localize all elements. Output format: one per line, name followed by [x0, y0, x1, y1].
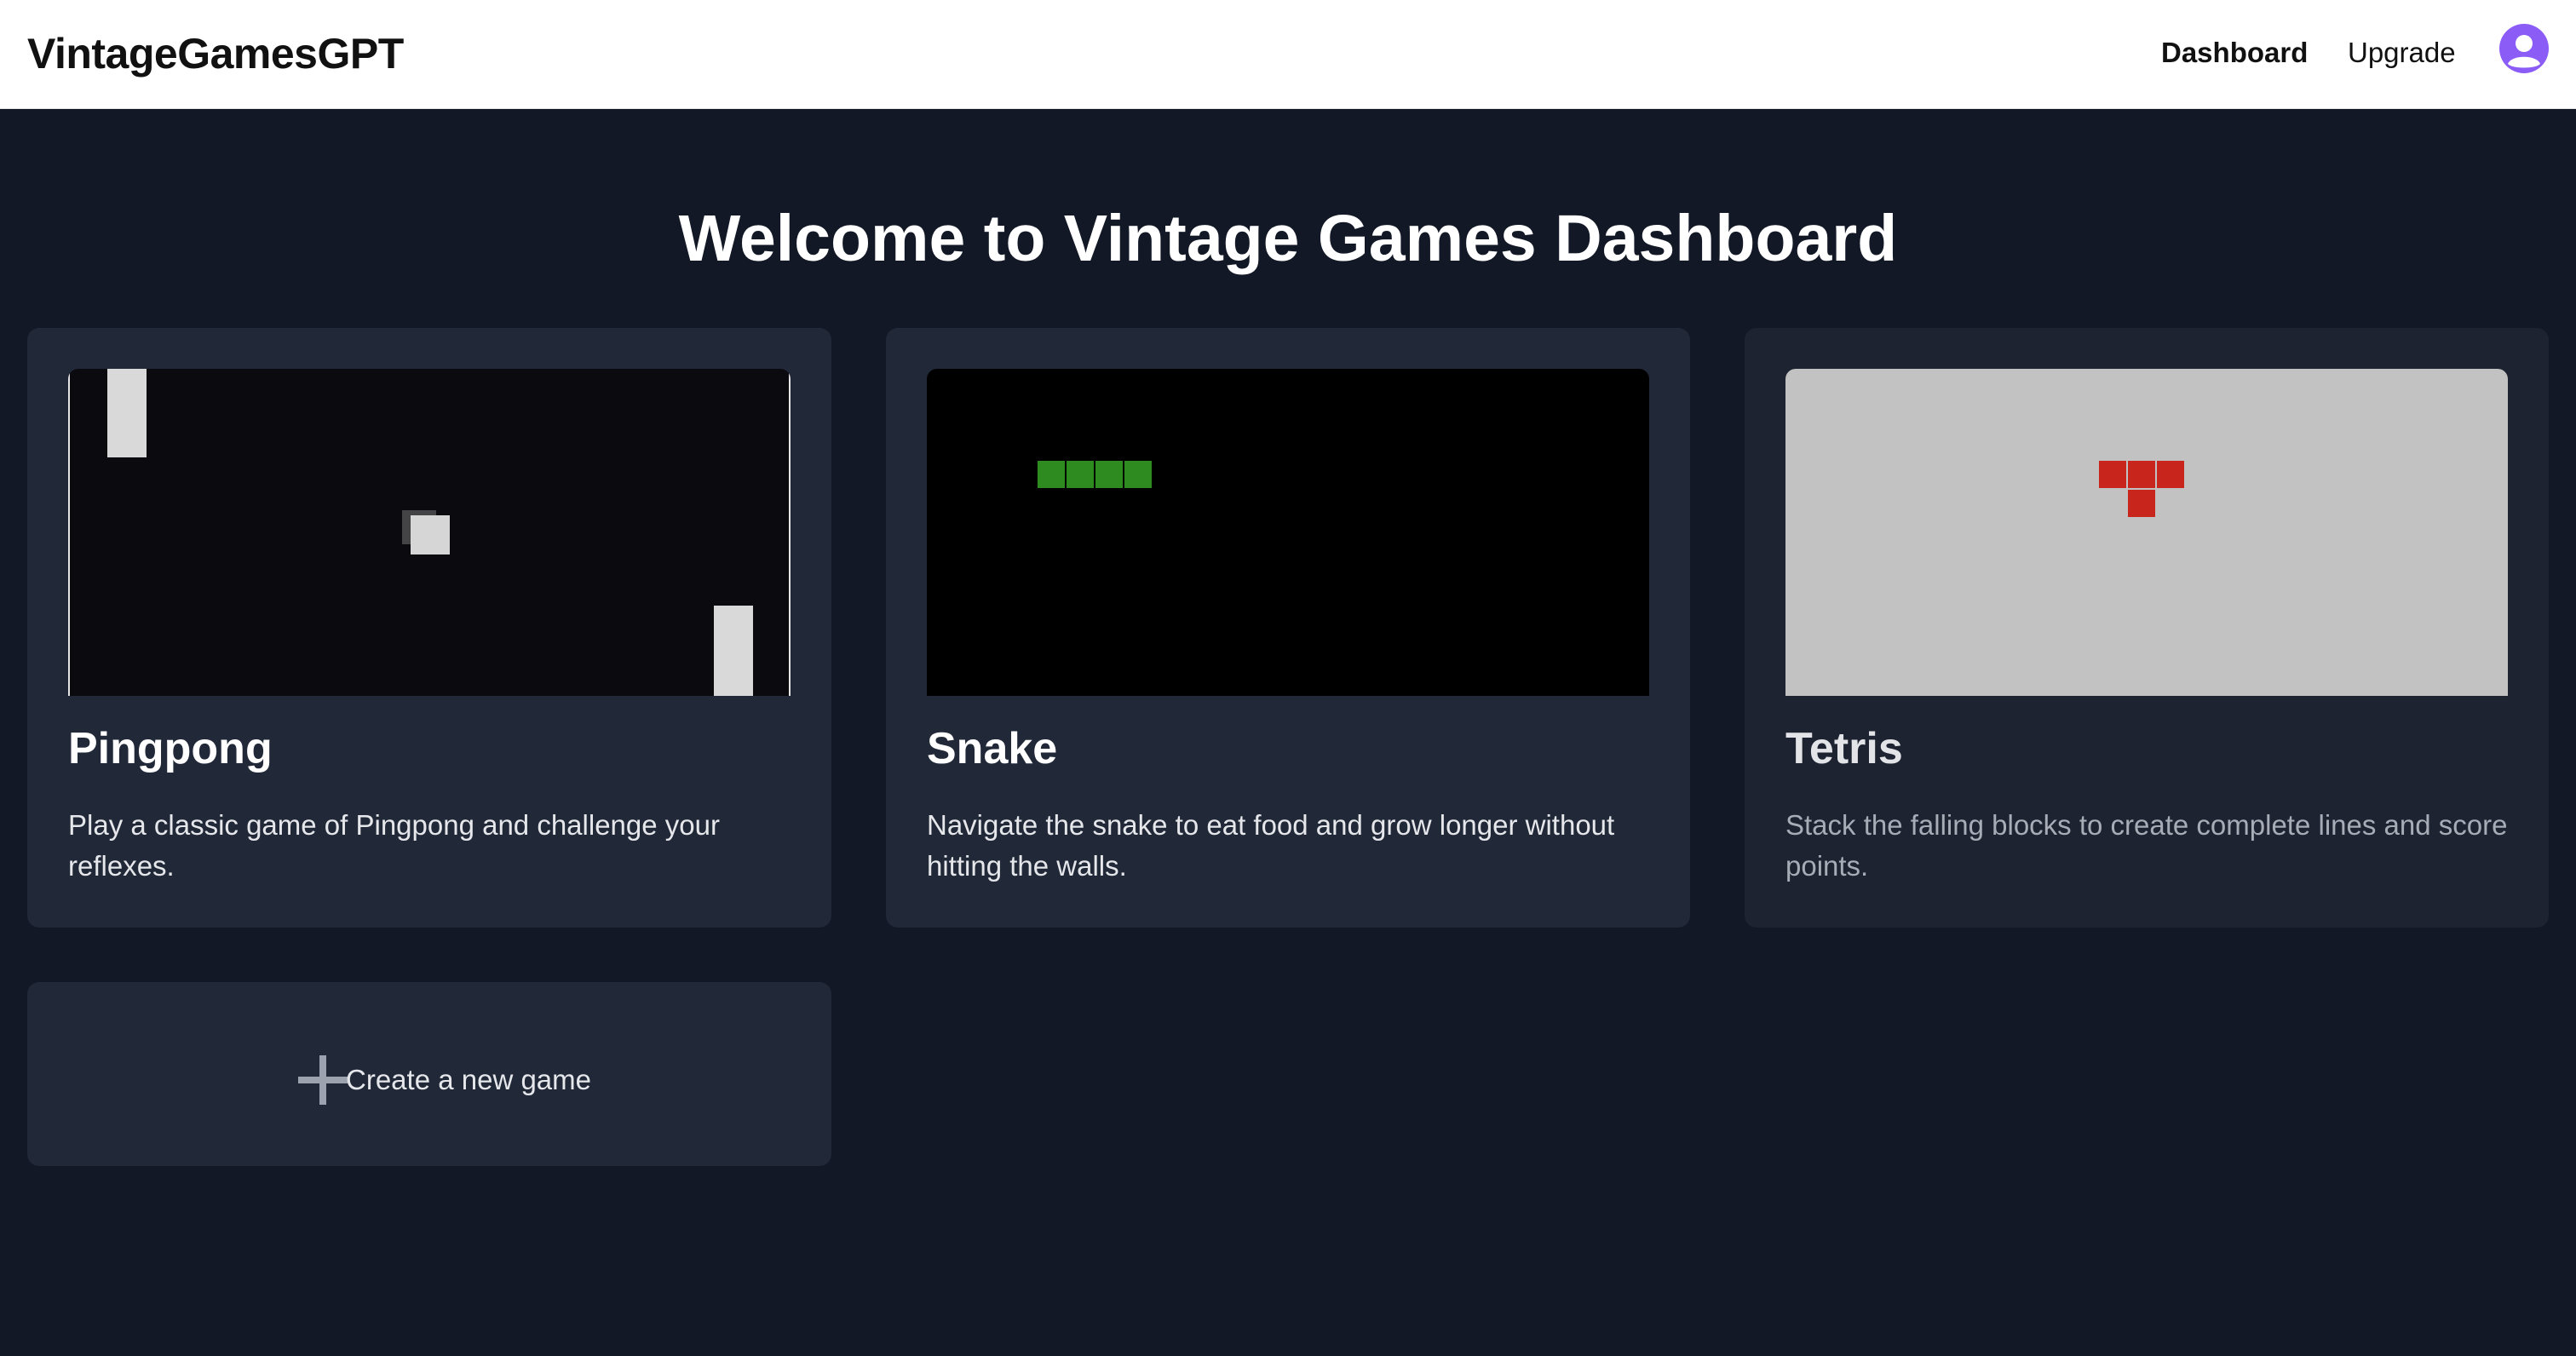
game-description: Navigate the snake to eat food and grow … [927, 809, 1615, 882]
top-navbar: VintageGamesGPT Dashboard Upgrade [0, 0, 2576, 109]
user-avatar-icon[interactable] [2499, 24, 2549, 73]
tetris-preview-image [1785, 369, 2508, 696]
game-card-snake[interactable]: Snake Navigate the snake to eat food and… [886, 328, 1690, 928]
snake-preview-image [927, 369, 1649, 696]
game-card-tetris[interactable]: Tetris Stack the falling blocks to creat… [1745, 328, 2549, 928]
game-title: Snake [927, 724, 1058, 773]
nav-link-dashboard[interactable]: Dashboard [2161, 34, 2308, 72]
game-title: Pingpong [68, 724, 273, 773]
page-title: Welcome to Vintage Games Dashboard [678, 202, 1898, 275]
create-new-game-label: Create a new game [346, 1064, 591, 1095]
game-card-pingpong[interactable]: Pingpong Play a classic game of Pingpong… [27, 328, 831, 928]
brand-logo-text[interactable]: VintageGamesGPT [27, 26, 404, 82]
plus-icon [296, 1054, 349, 1106]
game-title: Tetris [1785, 724, 1903, 773]
create-new-game-button[interactable]: Create a new game [27, 982, 831, 1166]
pingpong-preview-image [68, 369, 791, 696]
game-description: Play a classic game of Pingpong and chal… [68, 809, 720, 882]
nav-link-upgrade[interactable]: Upgrade [2348, 34, 2456, 72]
game-description: Stack the falling blocks to create compl… [1785, 809, 2508, 882]
